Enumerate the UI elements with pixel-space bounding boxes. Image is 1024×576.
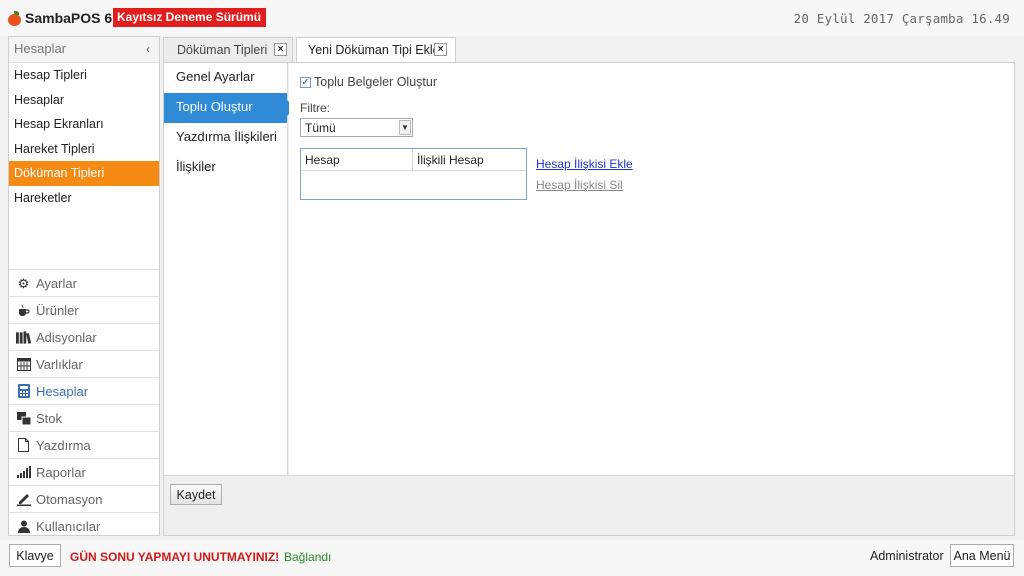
trial-badge: Kayıtsız Deneme Sürümü (113, 8, 267, 27)
module-urunler[interactable]: Ürünler (9, 296, 159, 323)
module-label: Ayarlar (36, 275, 77, 291)
filter-value: Tümü (305, 121, 336, 135)
sidebar-header: Hesaplar ‹ (9, 37, 159, 63)
close-icon[interactable]: × (274, 43, 287, 56)
module-yazdirma[interactable]: Yazdırma (9, 431, 159, 458)
main-menu-button[interactable]: Ana Menü (950, 544, 1014, 567)
sidebar-item-dokuman-tipleri[interactable]: Döküman Tipleri (9, 161, 159, 186)
module-label: Stok (36, 410, 63, 426)
sambapos-logo-icon (8, 10, 21, 26)
delete-account-relation-link[interactable]: Hesap İlişkisi Sil (536, 178, 623, 192)
module-label: Raporlar (36, 464, 86, 480)
module-list: ⚙ Ayarlar Ürünler Adisyonlar Varlıklar H… (9, 269, 159, 539)
menu-iliskiler[interactable]: İlişkiler (164, 153, 287, 183)
module-varliklar[interactable]: Varlıklar (9, 350, 159, 377)
table-icon (16, 357, 31, 372)
sidebar-title: Hesaplar (14, 41, 67, 56)
bar-signal-icon (16, 465, 31, 480)
title-bar: SambaPOS 6 Kayıtsız Deneme Sürümü 20 Eyl… (0, 0, 1024, 36)
save-button[interactable]: Kaydet (170, 484, 222, 505)
sidebar-item-hareket-tipleri[interactable]: Hareket Tipleri (9, 137, 159, 162)
module-label: Hesaplar (36, 383, 89, 399)
module-stok[interactable]: Stok (9, 404, 159, 431)
account-relations-grid[interactable]: Hesap İlişkili Hesap (300, 148, 527, 200)
column-divider (412, 149, 413, 171)
connection-status: Bağlandı (284, 550, 332, 564)
grid-header: Hesap İlişkili Hesap (301, 149, 526, 171)
module-label: Ürünler (36, 302, 79, 318)
tab-label: Yeni Döküman Tipi Ekle (308, 43, 440, 57)
close-icon[interactable]: × (434, 43, 447, 56)
sidebar-item-hesap-tipleri[interactable]: Hesap Tipleri (9, 63, 159, 88)
bulk-documents-checkbox-row[interactable]: ✓ Toplu Belgeler Oluştur (300, 75, 437, 89)
pen-icon (16, 492, 31, 507)
stack-icon (16, 411, 31, 426)
module-label: Kullanıcılar (36, 518, 101, 534)
menu-genel-ayarlar[interactable]: Genel Ayarlar (164, 63, 287, 93)
calculator-icon (16, 384, 31, 399)
bulk-documents-checkbox[interactable]: ✓ (300, 76, 311, 88)
date-time: 20 Eylül 2017 Çarşamba 16.49 (793, 11, 1010, 26)
action-bar: Kaydet (164, 475, 1014, 535)
module-ayarlar[interactable]: ⚙ Ayarlar (9, 269, 159, 296)
checkbox-label: Toplu Belgeler Oluştur (314, 75, 437, 89)
filter-select[interactable]: Tümü ▼ (300, 118, 413, 137)
chevron-left-icon[interactable]: ‹ (146, 37, 150, 61)
sidebar-list: Hesap Tipleri Hesaplar Hesap Ekranları H… (9, 63, 159, 210)
module-label: Varlıklar (36, 356, 83, 372)
user-icon (16, 519, 31, 534)
status-bar: Klavye GÜN SONU YAPMAYI UNUTMAYINIZ! Bağ… (0, 540, 1024, 576)
module-raporlar[interactable]: Raporlar (9, 458, 159, 485)
app-logo: SambaPOS 6 (8, 10, 112, 26)
current-user: Administrator (870, 549, 944, 563)
add-account-relation-link[interactable]: Hesap İlişkisi Ekle (536, 157, 633, 171)
sidebar-item-hesaplar[interactable]: Hesaplar (9, 88, 159, 113)
filter-label: Filtre: (300, 101, 330, 115)
module-label: Adisyonlar (36, 329, 97, 345)
sidebar-item-hareketler[interactable]: Hareketler (9, 186, 159, 211)
column-header-hesap[interactable]: Hesap (305, 153, 340, 167)
books-icon (16, 330, 31, 345)
main-panel: Genel Ayarlar Toplu Oluştur Yazdırma İli… (163, 62, 1015, 536)
module-kullanicilar[interactable]: Kullanıcılar (9, 512, 159, 539)
column-header-iliskili-hesap[interactable]: İlişkili Hesap (417, 153, 484, 167)
content-area: ✓ Toplu Belgeler Oluştur Filtre: Tümü ▼ … (289, 63, 1014, 475)
module-label: Yazdırma (36, 437, 91, 453)
module-hesaplar[interactable]: Hesaplar (9, 377, 159, 404)
chevron-down-icon[interactable]: ▼ (399, 120, 411, 135)
settings-menu: Genel Ayarlar Toplu Oluştur Yazdırma İli… (164, 63, 295, 475)
tab-label: Döküman Tipleri (177, 43, 268, 57)
tab-dokuman-tipleri[interactable]: Döküman Tipleri × (163, 37, 293, 62)
module-adisyonlar[interactable]: Adisyonlar (9, 323, 159, 350)
module-otomasyon[interactable]: Otomasyon (9, 485, 159, 512)
keyboard-button[interactable]: Klavye (9, 544, 61, 567)
app-name: SambaPOS 6 (25, 10, 113, 26)
sidebar-item-hesap-ekranlari[interactable]: Hesap Ekranları (9, 112, 159, 137)
module-label: Otomasyon (36, 491, 103, 507)
document-icon (16, 438, 31, 453)
gear-icon: ⚙ (17, 275, 30, 291)
menu-yazdirma-iliskileri[interactable]: Yazdırma İlişkileri (164, 123, 287, 153)
menu-toplu-olustur[interactable]: Toplu Oluştur (164, 93, 295, 123)
tab-yeni-dokuman-tipi-ekle[interactable]: Yeni Döküman Tipi Ekle × (296, 37, 456, 63)
end-of-day-warning: GÜN SONU YAPMAYI UNUTMAYINIZ! (70, 550, 280, 564)
left-navigation: Hesaplar ‹ Hesap Tipleri Hesaplar Hesap … (8, 36, 160, 536)
coffee-cup-icon (16, 303, 31, 318)
